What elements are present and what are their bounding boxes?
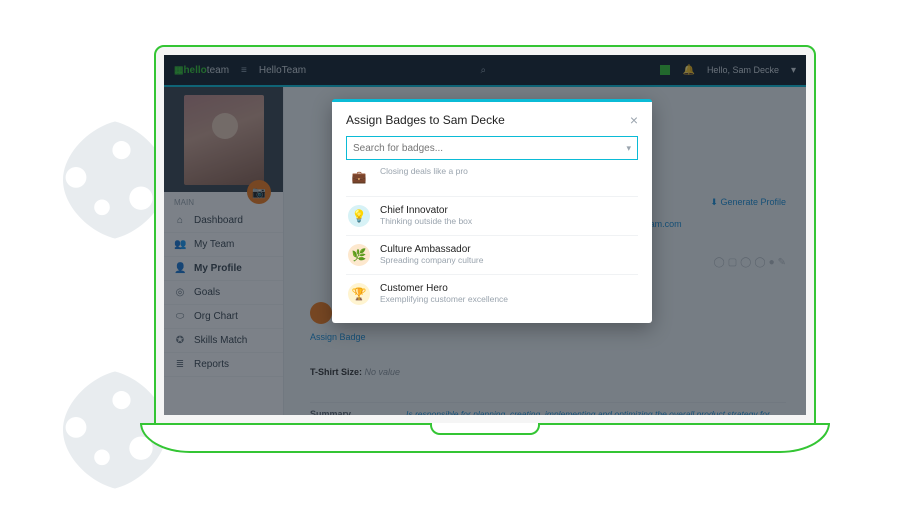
badge-search-input[interactable] bbox=[353, 143, 626, 154]
lightbulb-icon: 💡 bbox=[348, 205, 370, 227]
option-desc: Thinking outside the box bbox=[380, 216, 472, 226]
option-desc: Closing deals like a pro bbox=[380, 166, 468, 176]
option-desc: Exemplifying customer excellence bbox=[380, 294, 508, 304]
chevron-down-icon[interactable]: ▾ bbox=[626, 143, 631, 154]
trophy-icon: 🏆 bbox=[348, 283, 370, 305]
option-title: Culture Ambassador bbox=[380, 244, 483, 255]
option-title: Customer Hero bbox=[380, 283, 508, 294]
assign-badges-modal: Assign Badges to Sam Decke × ▾ 💼 Closing… bbox=[332, 99, 652, 323]
modal-title: Assign Badges to Sam Decke bbox=[346, 113, 505, 127]
badge-option[interactable]: 💡 Chief InnovatorThinking outside the bo… bbox=[346, 196, 638, 235]
badge-option[interactable]: 🌿 Culture AmbassadorSpreading company cu… bbox=[346, 235, 638, 274]
laptop-base bbox=[140, 423, 830, 453]
option-desc: Spreading company culture bbox=[380, 255, 483, 265]
app-root: ▦helloteam ≡ HelloTeam ⌕ 🔔 Hello, Sam De… bbox=[164, 55, 806, 415]
badge-option[interactable]: 💼 Closing deals like a pro bbox=[346, 164, 638, 196]
badge-option-list: 💼 Closing deals like a pro 💡 Chief Innov… bbox=[332, 164, 652, 323]
globe-icon: 🌿 bbox=[348, 244, 370, 266]
laptop-frame: ▦helloteam ≡ HelloTeam ⌕ 🔔 Hello, Sam De… bbox=[140, 45, 830, 485]
option-title: Chief Innovator bbox=[380, 205, 472, 216]
badge-search[interactable]: ▾ bbox=[346, 136, 638, 160]
laptop-notch bbox=[430, 423, 540, 435]
badge-option[interactable]: 🏆 Customer HeroExemplifying customer exc… bbox=[346, 274, 638, 313]
briefcase-icon: 💼 bbox=[348, 166, 370, 188]
close-icon[interactable]: × bbox=[630, 112, 638, 128]
